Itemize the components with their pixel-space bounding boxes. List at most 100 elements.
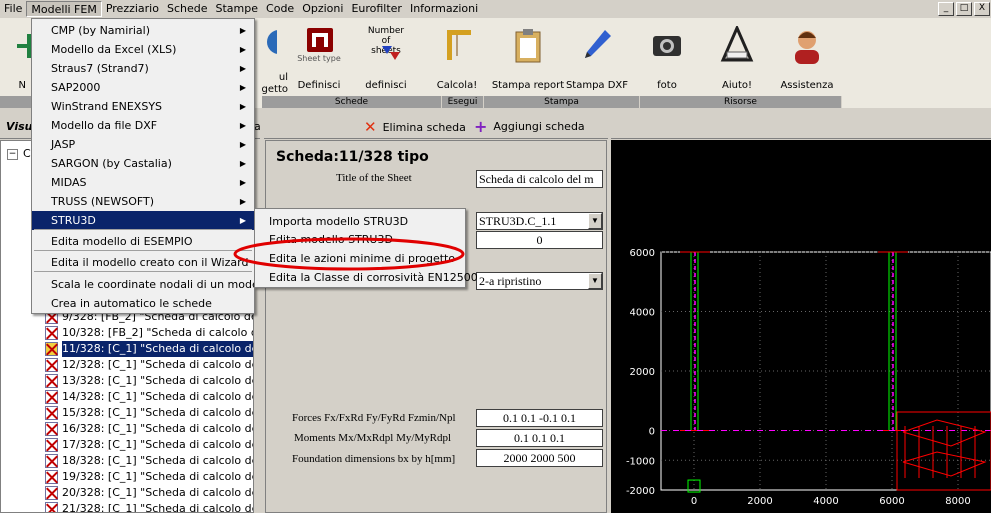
chevron-right-icon: ▶ (239, 140, 246, 149)
menu-schede[interactable]: Schede (163, 1, 212, 17)
x-tick-label: 8000 (945, 496, 970, 507)
title-label: Title of the Sheet (336, 172, 412, 184)
dropdown-item[interactable]: Scala le coordinate nodali di un modello (32, 275, 272, 294)
dropdown-item-label: Scala le coordinate nodali di un modello (51, 278, 272, 291)
moments-field[interactable]: 0.1 0.1 0.1 (476, 429, 603, 447)
sheet-actions-bar: ✕ Elimina scheda + Aggiungi scheda (264, 115, 608, 139)
dropdown-item[interactable]: Modello da file DXF ▶ (32, 116, 254, 135)
tree-row[interactable]: 11/328: [C_1] "Scheda di calcolo del m (45, 341, 253, 357)
pencil-icon (577, 26, 617, 66)
dropdown-item[interactable]: TRUSS (NEWSOFT) ▶ (32, 192, 254, 211)
tree-row-label: 17/328: [C_1] "Scheda di calcolo del m (62, 438, 253, 451)
menu-stampe[interactable]: Stampe (212, 1, 263, 17)
dropdown-item[interactable]: Modello da Excel (XLS) ▶ (32, 40, 254, 59)
toolbar-group-schede: Schede (262, 96, 442, 108)
menu-eurofilter[interactable]: Eurofilter (347, 1, 406, 17)
tree-row[interactable]: 19/328: [C_1] "Scheda di calcolo del m (45, 469, 253, 485)
dropdown-item-label: SARGON (by Castalia) (51, 157, 172, 170)
minimize-button[interactable]: _ (938, 2, 954, 16)
foundation-field[interactable]: 2000 2000 500 (476, 449, 603, 467)
dropdown-item[interactable]: SAP2000 ▶ (32, 78, 254, 97)
maximize-button[interactable]: □ (956, 2, 972, 16)
clipboard-icon (508, 26, 548, 66)
column-member (888, 251, 897, 431)
dropdown-separator (34, 250, 252, 251)
menu-file[interactable]: File (0, 1, 26, 17)
delete-sheet-button[interactable]: ✕ Elimina scheda (364, 118, 466, 136)
tree-row[interactable]: 10/328: [FB_2] "Scheda di calcolo del m (45, 325, 253, 341)
dropdown-item[interactable]: STRU3D ▶ (32, 211, 254, 230)
x-tick-label: 0 (691, 496, 697, 507)
number-of-sheets-icon: Number of sheets (366, 26, 406, 70)
tree-row[interactable]: 14/328: [C_1] "Scheda di calcolo del m (45, 389, 253, 405)
chevron-right-icon: ▶ (239, 121, 246, 130)
frame-preview-box (896, 411, 991, 491)
sheet-status-icon (45, 486, 58, 500)
camera-icon (647, 26, 687, 66)
y-tick-label: 0 (649, 427, 655, 438)
x-tick-label: 4000 (813, 496, 838, 507)
chevron-right-icon: ▶ (239, 102, 246, 111)
title-field[interactable]: Scheda di calcolo del m (476, 170, 603, 188)
dropdown-item-label: TRUSS (NEWSOFT) (51, 195, 155, 208)
column-member (690, 251, 699, 431)
tree-collapse-toggle[interactable]: − (7, 149, 18, 160)
menu-code[interactable]: Code (262, 1, 298, 17)
tree-row[interactable]: 13/328: [C_1] "Scheda di calcolo del m (45, 373, 253, 389)
dropdown-item[interactable]: JASP ▶ (32, 135, 254, 154)
sheet-status-icon (45, 422, 58, 436)
tree-row-label: 11/328: [C_1] "Scheda di calcolo del m (62, 341, 253, 357)
dropdown-item[interactable]: MIDAS ▶ (32, 173, 254, 192)
chevron-right-icon: ▶ (239, 45, 246, 54)
y-tick-label: -1000 (626, 456, 655, 467)
forces-field[interactable]: 0.1 0.1 -0.1 0.1 (476, 409, 603, 427)
sheet-status-icon (45, 326, 58, 340)
menu-modelli-fem[interactable]: Modelli FEM (26, 1, 102, 17)
tree-row-label: 21/328: [C_1] "Scheda di calcolo del m (62, 502, 253, 513)
dropdown-item-label: SAP2000 (51, 81, 101, 94)
tree-row-label: 20/328: [C_1] "Scheda di calcolo del m (62, 486, 253, 499)
dropdown-item[interactable]: SARGON (by Castalia) ▶ (32, 154, 254, 173)
menu-informazioni[interactable]: Informazioni (406, 1, 482, 17)
chevron-right-icon: ▶ (239, 26, 246, 35)
tree-row[interactable]: 15/328: [C_1] "Scheda di calcolo del m (45, 405, 253, 421)
dropdown-item-label: Straus7 (Strand7) (51, 62, 149, 75)
menu-prezziario[interactable]: Prezziario (102, 1, 163, 17)
dropdown-item[interactable]: Edita il modello creato con il Wizard (32, 253, 254, 272)
tree-row[interactable]: 18/328: [C_1] "Scheda di calcolo del m (45, 453, 253, 469)
app-window: File Modelli FEM Prezziario Schede Stamp… (0, 0, 991, 513)
dropdown-item[interactable]: Straus7 (Strand7) ▶ (32, 59, 254, 78)
sheet-status-icon (45, 358, 58, 372)
model-select[interactable]: STRU3D.C_1.1 ▼ (476, 212, 603, 230)
corrosivity-select[interactable]: 2-a ripristino ▼ (476, 272, 603, 290)
dropdown-item-label: MIDAS (51, 176, 87, 189)
tree-row-label: 13/328: [C_1] "Scheda di calcolo del m (62, 374, 253, 387)
menu-opzioni[interactable]: Opzioni (298, 1, 347, 17)
dropdown-item[interactable]: Edita modello di ESEMPIO (32, 232, 254, 251)
dropdown-item[interactable]: WinStrand ENEXSYS ▶ (32, 97, 254, 116)
tree-row[interactable]: 21/328: [C_1] "Scheda di calcolo del m (45, 501, 253, 513)
modelli-fem-dropdown: CMP (by Namirial) ▶ Modello da Excel (XLS)… (31, 18, 272, 314)
x-tick-label: 2000 (747, 496, 772, 507)
plot-panel-header (611, 115, 991, 139)
dropdown-item[interactable]: CMP (by Namirial) ▶ (32, 21, 254, 40)
model-plot[interactable]: 6000 4000 2000 0 -1000 -2000 0 2000 4000 6000 8000 (611, 140, 991, 513)
tree-row[interactable]: 12/328: [C_1] "Scheda di calcolo del m (45, 357, 253, 373)
tree-row[interactable]: 16/328: [C_1] "Scheda di calcolo del m (45, 421, 253, 437)
help-logo-icon (717, 24, 757, 66)
close-button[interactable]: X (974, 2, 990, 16)
y-tick-label: -2000 (626, 486, 655, 497)
sheet-heading: Scheda:11/328 tipo (276, 149, 429, 165)
dropdown-item-label: WinStrand ENEXSYS (51, 100, 163, 113)
dropdown-item-label: Edita il modello creato con il Wizard (51, 256, 249, 269)
add-sheet-button[interactable]: + Aggiungi scheda (474, 117, 585, 136)
tree-root-label: C (23, 147, 31, 160)
plot-canvas: 6000 4000 2000 0 -1000 -2000 0 2000 4000 6000 8000 (626, 248, 991, 507)
chevron-right-icon: ▶ (239, 83, 246, 92)
tree-row[interactable]: 20/328: [C_1] "Scheda di calcolo del m (45, 485, 253, 501)
submenu-item-importa[interactable]: Importa modello STRU3D (269, 212, 408, 231)
index-field[interactable]: 0 (476, 231, 603, 249)
tree-row[interactable]: 17/328: [C_1] "Scheda di calcolo del m (45, 437, 253, 453)
dropdown-item[interactable]: Crea in automatico le schede (32, 294, 254, 313)
chevron-down-icon: ▼ (588, 273, 602, 289)
